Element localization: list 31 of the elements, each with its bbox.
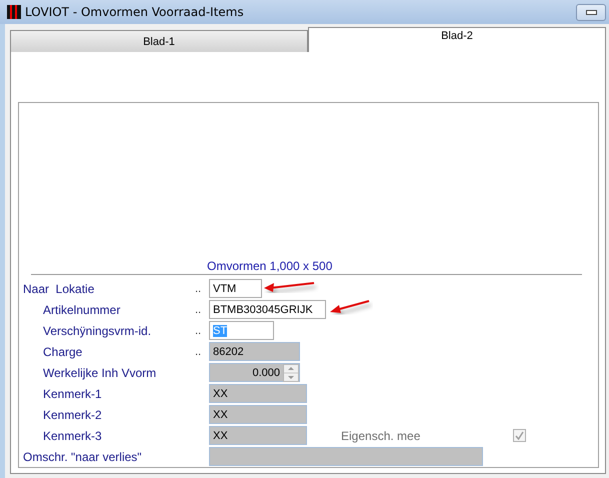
field-label: Kenmerk-3 bbox=[42, 428, 103, 442]
checkbox-label: Eigensch. mee bbox=[341, 428, 422, 442]
dots-marker: .. bbox=[195, 304, 202, 316]
field-label: Kenmerk-1 bbox=[42, 386, 103, 400]
input-field[interactable]: BTMB303045GRIJK bbox=[209, 300, 326, 319]
input-field[interactable]: VTM bbox=[209, 279, 262, 298]
input-field[interactable]: XX bbox=[209, 384, 307, 403]
spinner-field[interactable]: 0.000 bbox=[209, 363, 300, 382]
input-field[interactable] bbox=[209, 447, 483, 466]
field-label: Naar Lokatie bbox=[23, 282, 96, 296]
tab[interactable]: Blad-2 bbox=[308, 27, 606, 52]
field-label: Verschÿningsvrm-id. bbox=[42, 324, 152, 338]
annotation-arrow bbox=[330, 300, 370, 313]
field-label: Werkelijke Inh Vvorm bbox=[42, 366, 158, 380]
input-field[interactable]: XX bbox=[209, 405, 307, 424]
field-label: Charge bbox=[42, 344, 84, 358]
input-field[interactable]: XX bbox=[209, 426, 307, 445]
app-icon bbox=[7, 5, 21, 19]
minimize-button[interactable] bbox=[576, 4, 606, 20]
input-field[interactable]: 86202 bbox=[209, 342, 300, 361]
section-title: Omvormen 1,000 x 500 bbox=[207, 259, 332, 273]
field-label: Omschr. "naar verlies" bbox=[23, 450, 143, 464]
window-title: LOVIOT - Omvormen Voorraad-Items bbox=[25, 5, 244, 19]
annotation-arrow bbox=[264, 282, 314, 292]
tab[interactable]: Blad-1 bbox=[10, 30, 308, 52]
dots-marker: .. bbox=[195, 346, 202, 358]
field-label: Kenmerk-2 bbox=[42, 408, 103, 422]
dots-marker: .. bbox=[195, 324, 202, 336]
field-label: Artikelnummer bbox=[42, 302, 122, 316]
spin-buttons-icon[interactable] bbox=[283, 364, 299, 382]
dots-marker: .. bbox=[195, 282, 202, 294]
